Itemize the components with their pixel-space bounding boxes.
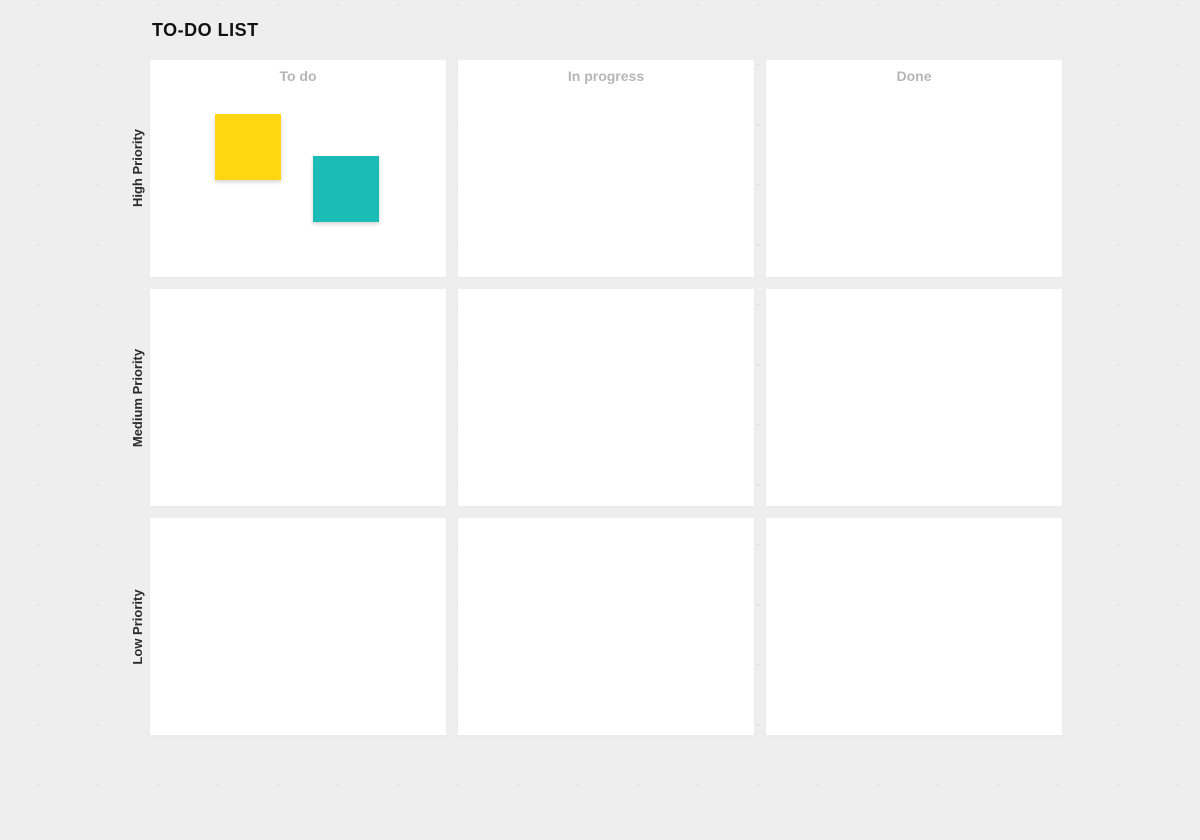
column-header-todo: To do — [150, 60, 446, 84]
cell-low-todo[interactable] — [150, 518, 446, 735]
cell-medium-done[interactable] — [766, 289, 1062, 506]
sticky-note-yellow[interactable] — [215, 114, 281, 180]
board-row-low — [150, 518, 1062, 735]
row-label-medium: Medium Priority — [130, 349, 145, 447]
board-row-medium — [150, 289, 1062, 506]
board-title: TO-DO LIST — [152, 20, 259, 41]
cell-medium-todo[interactable] — [150, 289, 446, 506]
board-row-high: To do In progress Done — [150, 60, 1062, 277]
cell-high-done[interactable]: Done — [766, 60, 1062, 277]
cell-low-done[interactable] — [766, 518, 1062, 735]
kanban-board: To do In progress Done — [150, 60, 1062, 735]
cell-high-todo[interactable]: To do — [150, 60, 446, 277]
cell-low-inprogress[interactable] — [458, 518, 754, 735]
sticky-note-teal[interactable] — [313, 156, 379, 222]
column-header-done: Done — [766, 60, 1062, 84]
cell-high-inprogress[interactable]: In progress — [458, 60, 754, 277]
cell-medium-inprogress[interactable] — [458, 289, 754, 506]
row-label-high: High Priority — [130, 129, 145, 207]
row-label-low: Low Priority — [130, 589, 145, 664]
kanban-canvas[interactable]: TO-DO LIST High Priority Medium Priority… — [0, 0, 1200, 840]
column-header-in-progress: In progress — [458, 60, 754, 84]
